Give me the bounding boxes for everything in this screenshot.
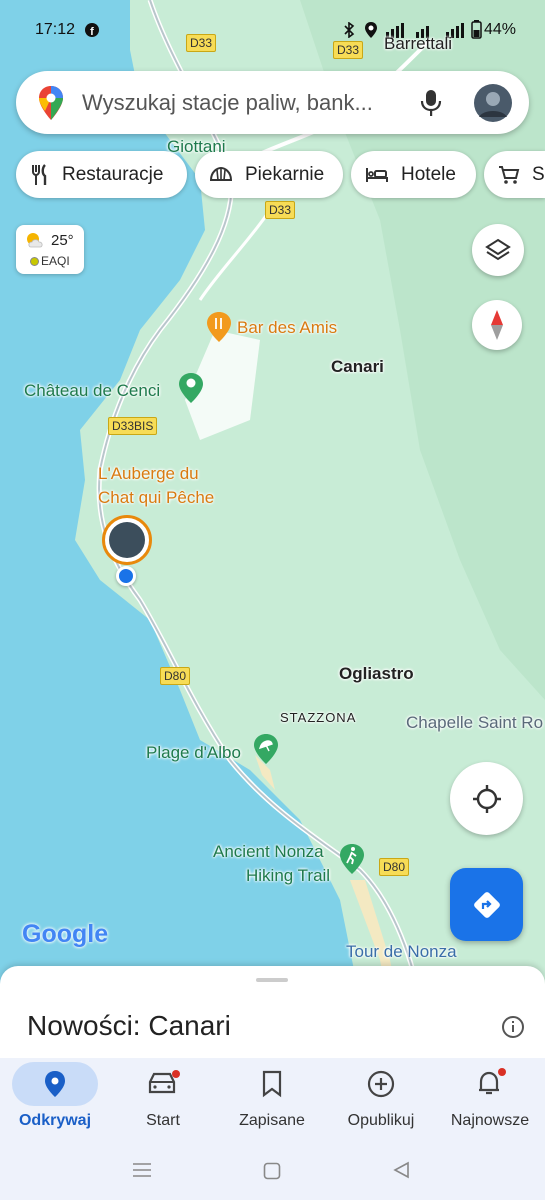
nav-updates[interactable]: Najnowsze	[440, 1058, 540, 1150]
shopping-cart-icon	[499, 165, 520, 184]
aqi-indicator-icon	[30, 257, 39, 266]
place-label-stazzona[interactable]: STAZZONA	[280, 710, 356, 725]
bar-des-amis-marker[interactable]	[206, 311, 232, 348]
road-shield-d33bis: D33BIS	[108, 417, 158, 435]
location-icon	[365, 22, 377, 38]
chip-hotels[interactable]: Hotele	[351, 151, 476, 198]
plage-marker[interactable]	[253, 733, 279, 770]
recent-apps-icon[interactable]	[132, 1162, 152, 1178]
weather-temperature: 25°	[51, 232, 74, 249]
nav-updates-label: Najnowsze	[450, 1112, 530, 1129]
chip-hotels-label: Hotele	[401, 163, 456, 185]
chip-bakeries-label: Piekarnie	[245, 163, 325, 185]
weather-widget[interactable]: 25° EAQI	[16, 225, 84, 274]
restaurant-icon	[32, 163, 47, 185]
nav-saved[interactable]: Zapisane	[222, 1058, 322, 1150]
sheet-drag-handle[interactable]	[256, 978, 288, 982]
place-label-tour-de-nonza[interactable]: Tour de Nonza	[346, 942, 457, 962]
partly-cloudy-icon	[27, 233, 43, 248]
compass-button[interactable]	[472, 300, 522, 350]
nav-start[interactable]: Start	[113, 1058, 213, 1150]
park-pin-icon	[179, 373, 203, 403]
chip-bakeries[interactable]: Piekarnie	[195, 151, 343, 198]
search-bar[interactable]: Wyszukaj stacje paliw, bank...	[16, 71, 529, 134]
layers-button[interactable]	[472, 224, 524, 276]
directions-button[interactable]	[450, 868, 523, 941]
search-input[interactable]: Wyszukaj stacje paliw, bank...	[82, 90, 373, 116]
place-label-plage-dalbo[interactable]: Plage d'Albo	[146, 743, 241, 763]
battery-percent: 44%	[484, 21, 517, 38]
road-shield-d33: D33	[186, 34, 217, 52]
google-logo: Google	[22, 920, 109, 948]
nav-explore-label: Odkrywaj	[18, 1112, 92, 1129]
facebook-icon: f	[85, 23, 99, 38]
aqi-label: EAQI	[41, 254, 70, 268]
nav-explore[interactable]: Odkrywaj	[5, 1058, 105, 1150]
hiking-pin-icon	[340, 844, 364, 874]
road-shield-d33: D33	[333, 41, 364, 59]
my-location-button[interactable]	[450, 762, 523, 835]
place-label-ogliastro[interactable]: Ogliastro	[339, 664, 414, 684]
place-label-giottani[interactable]: Giottani	[167, 137, 226, 157]
place-label-canari[interactable]: Canari	[331, 357, 384, 377]
google-maps-logo-icon	[39, 86, 63, 120]
home-icon[interactable]	[263, 1162, 281, 1180]
nav-publish[interactable]: Opublikuj	[331, 1058, 431, 1150]
my-location-icon	[472, 784, 501, 813]
status-time: 17:12	[35, 21, 76, 38]
place-label-chapelle[interactable]: Chapelle Saint Ro	[406, 713, 543, 733]
bluetooth-icon	[344, 22, 355, 38]
nav-saved-label: Zapisane	[239, 1112, 305, 1129]
microphone-icon[interactable]	[420, 89, 442, 117]
bookmark-icon	[262, 1070, 282, 1098]
place-label-bar-des-amis[interactable]: Bar des Amis	[237, 318, 337, 338]
chateau-marker[interactable]	[178, 372, 204, 409]
place-label-barrettali[interactable]: Barrettali	[384, 34, 452, 54]
place-label-auberge-line1[interactable]: L'Auberge du	[98, 464, 199, 484]
compass-icon	[491, 310, 503, 340]
chip-restaurants[interactable]: Restauracje	[16, 151, 187, 198]
photo-thumbnail	[109, 522, 145, 558]
layers-icon	[485, 238, 511, 261]
chip-restaurants-label: Restauracje	[62, 163, 164, 185]
place-label-auberge-line2[interactable]: Chat qui Pêche	[98, 488, 214, 508]
restaurant-pin-icon	[207, 312, 231, 342]
bell-icon	[479, 1068, 506, 1095]
avatar[interactable]	[473, 83, 513, 123]
sheet-title: Nowości: Canari	[27, 1010, 231, 1041]
nav-publish-label: Opublikuj	[347, 1112, 415, 1129]
chip-shopping-label: Sp	[532, 163, 545, 185]
bottom-navigation: Odkrywaj Start Zapisane Opublikuj Najnow…	[0, 1058, 545, 1150]
nav-start-label: Start	[146, 1112, 180, 1129]
explore-pin-icon	[45, 1071, 65, 1097]
current-location-dot	[116, 566, 136, 586]
place-label-chateau-de-cenci[interactable]: Château de Cenci	[24, 381, 160, 401]
svg-text:f: f	[90, 26, 94, 38]
add-circle-icon	[367, 1070, 395, 1098]
info-icon[interactable]	[501, 1015, 525, 1039]
system-navigation-bar	[0, 1140, 545, 1200]
bakery-icon	[209, 166, 233, 181]
directions-icon	[473, 891, 500, 918]
chip-shopping[interactable]: Sp	[484, 151, 545, 198]
back-icon[interactable]	[392, 1161, 410, 1179]
road-shield-d33: D33	[265, 201, 296, 219]
status-bar: 17:12 f 44%	[0, 0, 545, 60]
place-label-hiking-line2[interactable]: Hiking Trail	[246, 866, 330, 886]
place-label-hiking-line1[interactable]: Ancient Nonza	[213, 842, 324, 862]
hotel-icon	[366, 167, 388, 182]
beach-pin-icon	[254, 734, 278, 764]
photo-marker[interactable]	[102, 515, 152, 565]
car-icon	[148, 1070, 180, 1094]
battery-icon	[471, 20, 482, 39]
hiking-marker[interactable]	[339, 843, 365, 880]
road-shield-d80: D80	[379, 858, 410, 876]
road-shield-d80: D80	[160, 667, 191, 685]
